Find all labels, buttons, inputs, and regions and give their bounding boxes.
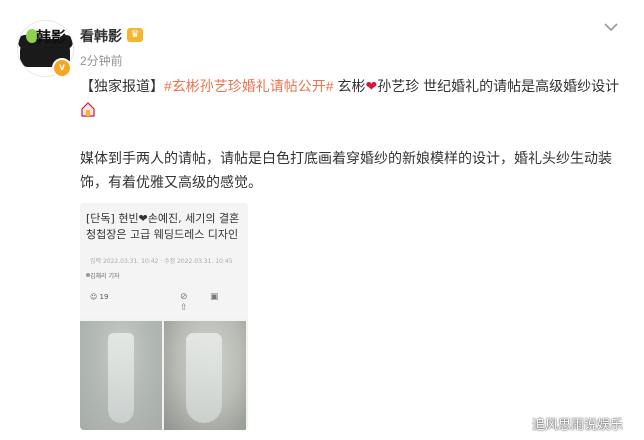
bride-drawing xyxy=(186,333,222,423)
chevron-down-icon[interactable] xyxy=(600,16,622,38)
avatar-text: 韩影 xyxy=(36,28,67,46)
article-title: [단독] 현빈❤손예진, 세기의 결혼 청첩장은 고급 웨딩드레스 디자인 xyxy=(86,212,240,241)
article-reactions: ☺ 19 xyxy=(90,293,109,301)
hashtag-link[interactable]: #玄彬孙艺珍婚礼请帖公开# xyxy=(164,78,334,94)
house-icon xyxy=(80,100,96,117)
post-tag: 【独家报道】 xyxy=(80,78,164,94)
article-meta: 입력 2022.03.31. 10:42 · 수정 2022.03.31. 10… xyxy=(90,258,233,265)
post-text: 玄彬 xyxy=(333,78,366,94)
article-author: 김채리 기자 xyxy=(90,273,120,280)
bride-drawing xyxy=(108,333,134,423)
post-image[interactable]: [단독] 현빈❤손예진, 세기의 결혼 청첩장은 고급 웨딩드레스 디자인 입력… xyxy=(80,203,248,430)
post-paragraph-2: 媒体到手两人的请帖，请帖是白色打底画着穿婚纱的新娘模样的设计，婚礼头纱生动装饰，… xyxy=(80,150,612,190)
post-paragraph-1: 【独家报道】#玄彬孙艺珍婚礼请帖公开# 玄彬❤孙艺珍 世纪婚礼的请帖是高级婚纱设… xyxy=(80,74,625,122)
invitation-photo-right xyxy=(164,321,246,430)
invitation-photo-left xyxy=(80,321,162,430)
article-screenshot-header: [단독] 현빈❤손예진, 세기의 결혼 청첩장은 고급 웨딩드레스 디자인 입력… xyxy=(80,203,248,318)
reaction-count: 19 xyxy=(99,293,109,301)
article-action-icons: ⊘ ▣ ⇧ xyxy=(180,291,229,312)
watermark: 追风思雨说娱乐 xyxy=(532,418,624,433)
verified-badge-icon: v xyxy=(52,58,72,78)
heart-icon: ❤ xyxy=(365,78,378,94)
crown-icon: ♛ xyxy=(127,28,143,42)
post-time[interactable]: 2分钟前 xyxy=(80,52,123,69)
username[interactable]: 看韩影 xyxy=(80,26,122,46)
post-text: 孙艺珍 世纪婚礼的请帖是高级婚纱设计 xyxy=(377,78,620,94)
